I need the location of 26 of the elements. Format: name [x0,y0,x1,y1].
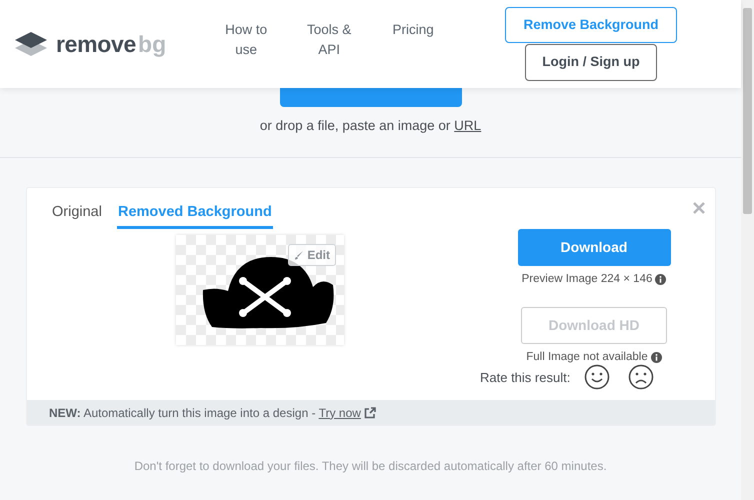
url-link[interactable]: URL [454,118,482,133]
logo-text[interactable]: remove [56,26,136,62]
remove-background-button[interactable]: Remove Background [505,7,677,43]
nav-link[interactable]: How to use [222,20,270,60]
preview-size-note: Preview Image 224 × 146 [522,272,652,287]
brush-icon [294,250,304,260]
rate-label: Rate this result: [480,368,570,386]
promo-text: NEW: Automatically turn this image into a design - Try now [49,404,361,422]
smiley-icon[interactable] [584,364,610,390]
logo-icon[interactable] [14,31,48,57]
hd-note: Full Image not available [526,350,648,365]
try-now-link[interactable]: Try now [318,406,361,420]
tab[interactable]: Original [51,202,103,229]
upload-hint: or drop a file, paste an image or URL [258,117,482,135]
retention-note: Don't forget to download your files. They will be discarded automatically after 60 minutes. [133,458,608,475]
info-icon[interactable] [655,274,666,285]
info-icon[interactable] [650,352,662,364]
external-link-icon[interactable] [364,406,376,418]
nav-link[interactable]: Tools & API [302,20,356,60]
login-button[interactable]: Login / Sign up [525,44,657,81]
edit-button[interactable]: Edit [288,244,336,266]
download-button[interactable]: Download [518,228,670,266]
nav-link[interactable]: Pricing [388,20,438,40]
frown-icon[interactable] [628,364,654,390]
tab[interactable]: Removed Background [116,202,273,229]
scrollbar[interactable] [741,0,754,500]
